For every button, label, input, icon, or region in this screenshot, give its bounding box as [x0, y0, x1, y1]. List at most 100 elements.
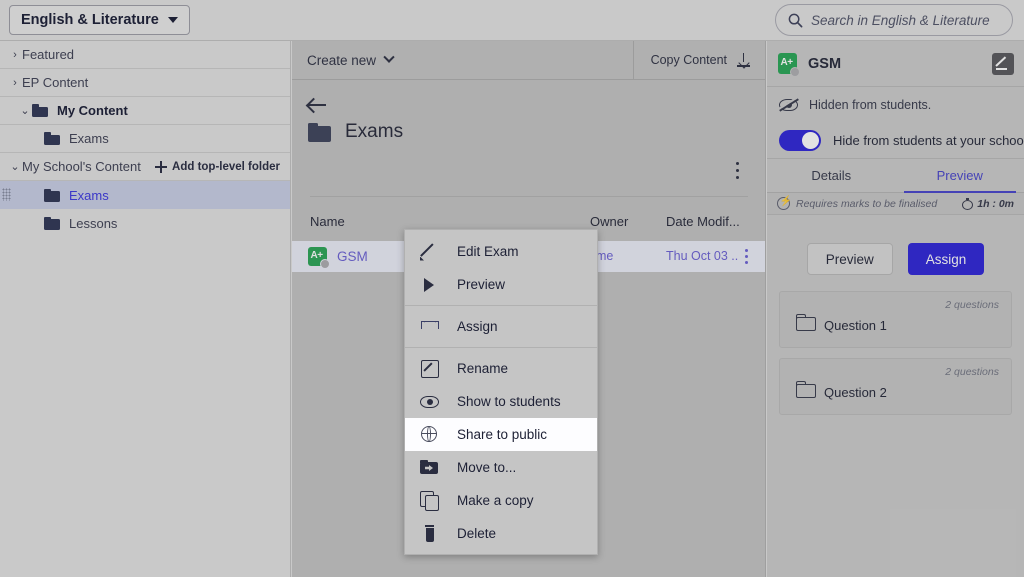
sidebar-item-featured[interactable]: › Featured [0, 41, 290, 69]
sidebar-item-school-lessons[interactable]: Lessons [0, 209, 290, 237]
sidebar-item-my-content-exams[interactable]: Exams [0, 125, 290, 153]
hide-from-students-toggle[interactable] [779, 130, 821, 151]
preview-button-label: Preview [825, 251, 874, 267]
sidebar-item-ep-content[interactable]: › EP Content [0, 69, 290, 97]
bolt-circle-icon [777, 196, 792, 210]
details-panel-title: GSM [808, 55, 842, 72]
move-folder-icon [420, 458, 439, 477]
chevron-down-icon [167, 17, 178, 23]
column-header-date: Date Modif... [666, 214, 740, 229]
copy-content-button[interactable]: Copy Content [632, 41, 765, 79]
context-menu: Edit Exam Preview Assign Rename Show to … [404, 229, 598, 555]
sidebar-item-my-schools-content[interactable]: ⌄ My School's Content Add top-level fold… [0, 153, 290, 181]
sidebar-item-my-content[interactable]: ⌄ My Content [0, 97, 290, 125]
rename-icon [420, 359, 439, 378]
folder-icon [32, 104, 48, 117]
plus-icon [155, 160, 168, 173]
menu-item-share-to-public[interactable]: Share to public [405, 418, 597, 451]
folder-icon [44, 216, 60, 230]
sidebar-item-label: EP Content [22, 75, 89, 90]
folder-icon [44, 188, 60, 202]
menu-item-assign[interactable]: Assign [405, 310, 597, 343]
subject-selector[interactable]: English & Literature [9, 5, 190, 35]
folder-icon [308, 122, 331, 142]
back-arrow-icon[interactable] [308, 97, 328, 113]
search-icon [788, 13, 803, 27]
subject-selector-label: English & Literature [21, 12, 159, 28]
sidebar-item-school-exams[interactable]: Exams [0, 181, 290, 209]
download-icon [737, 53, 750, 69]
requires-marks-label: Requires marks to be finalised [796, 197, 938, 210]
details-panel-header: A+ GSM [767, 41, 1024, 87]
folder-outline-icon [796, 314, 816, 331]
play-icon [420, 275, 439, 294]
folder-icon [44, 132, 60, 145]
hide-from-students-label: Hide from students at your school [833, 133, 1024, 148]
menu-item-make-a-copy[interactable]: Make a copy [405, 484, 597, 517]
menu-item-delete[interactable]: Delete [405, 517, 597, 550]
menu-item-label: Move to... [457, 460, 517, 475]
menu-item-move-to[interactable]: Move to... [405, 451, 597, 484]
folder-title: Exams [308, 121, 403, 143]
assign-button-label: Assign [925, 251, 967, 267]
add-top-level-folder-label: Add top-level folder [172, 160, 280, 173]
sidebar: › Featured › EP Content ⌄ My Content Exa… [0, 41, 291, 577]
menu-item-label: Show to students [457, 394, 561, 409]
menu-item-rename[interactable]: Rename [405, 352, 597, 385]
menu-item-label: Make a copy [457, 493, 534, 508]
list-item[interactable]: Question 2 2 questions [779, 358, 1012, 415]
exam-icon-text: A+ [780, 56, 793, 68]
sidebar-item-label: Lessons [69, 215, 118, 231]
folder-menu-button[interactable] [729, 161, 747, 181]
hidden-note-label: Hidden from students. [809, 98, 932, 112]
toggle-knob [802, 132, 819, 149]
main-toolbar: Create new Copy Content [292, 41, 765, 80]
hide-from-students-row: Hide from students at your school [767, 123, 1024, 159]
requires-marks-row: Requires marks to be finalised 1h : 0m [767, 193, 1024, 215]
row-menu-button[interactable] [741, 247, 753, 266]
copy-content-label: Copy Content [650, 53, 727, 67]
hidden-from-students-note: Hidden from students. [767, 87, 1024, 123]
chevron-right-icon: › [13, 48, 17, 61]
menu-item-show-to-students[interactable]: Show to students [405, 385, 597, 418]
menu-item-label: Preview [457, 277, 506, 292]
preview-button[interactable]: Preview [806, 243, 893, 275]
details-panel-actions: Preview Assign [767, 215, 1024, 291]
eye-slash-icon [779, 98, 799, 112]
page-title: Exams [345, 121, 404, 142]
menu-separator [405, 305, 597, 306]
sidebar-item-label: My Content [57, 103, 128, 118]
sidebar-item-label: Featured [22, 47, 75, 62]
search-input[interactable]: Search in English & Literature [775, 4, 1013, 36]
exam-file-icon: A+ [308, 247, 330, 269]
file-owner: me [596, 249, 614, 263]
menu-item-preview[interactable]: Preview [405, 268, 597, 301]
drag-handle-icon[interactable] [2, 188, 11, 201]
eye-icon [420, 392, 439, 411]
folder-outline-icon [796, 381, 816, 398]
details-panel-tabs: Details Preview [767, 159, 1024, 193]
list-item[interactable]: Question 1 2 questions [779, 291, 1012, 348]
chevron-down-icon [383, 51, 395, 63]
sidebar-item-label: Exams [69, 187, 109, 203]
assign-button[interactable]: Assign [907, 243, 985, 275]
chevron-down-icon: ⌄ [20, 105, 30, 117]
question-label: Question 2 [824, 385, 887, 400]
menu-item-edit-exam[interactable]: Edit Exam [405, 235, 597, 268]
add-top-level-folder-button[interactable]: Add top-level folder [155, 153, 280, 180]
tab-preview[interactable]: Preview [896, 159, 1024, 193]
tab-details[interactable]: Details [767, 159, 896, 192]
create-new-button[interactable]: Create new [292, 51, 395, 68]
sidebar-item-label: Exams [69, 131, 109, 146]
timer-icon [962, 197, 974, 210]
divider [310, 196, 748, 197]
question-label: Question 1 [824, 318, 887, 333]
menu-item-label: Edit Exam [457, 244, 519, 259]
duration-label: 1h : 0m [977, 197, 1014, 210]
app-root: English & Literature Search in English &… [0, 0, 1024, 577]
column-header-name: Name [310, 214, 345, 229]
details-panel: A+ GSM Hidden from students. Hide from s… [767, 41, 1024, 577]
exam-icon-badge [790, 67, 800, 77]
edit-pencil-icon[interactable] [992, 53, 1014, 75]
menu-item-label: Rename [457, 361, 509, 376]
